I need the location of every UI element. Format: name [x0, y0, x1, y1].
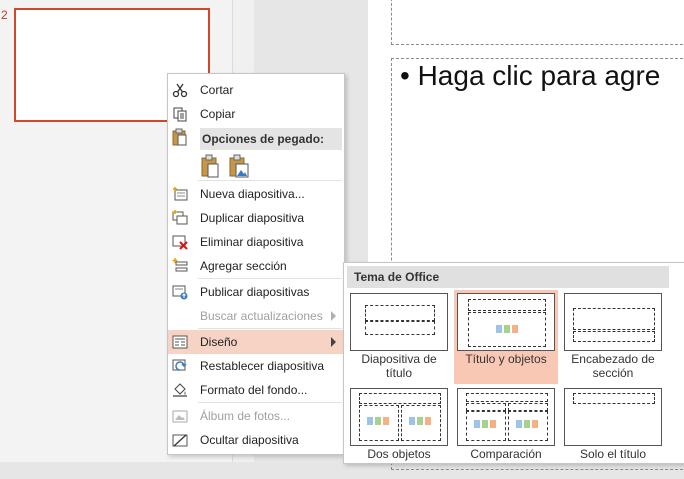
layout-icon [172, 335, 188, 349]
layout-caption: Comparación [470, 447, 542, 461]
layout-caption: Encabezado de sección [571, 352, 655, 380]
menu-item-label: Eliminar diapositiva [200, 235, 304, 249]
paste-icon [172, 128, 187, 146]
photo-album-icon [172, 410, 188, 423]
layout-option-comparison[interactable]: Comparación [454, 385, 558, 479]
menu-item-label: Cortar [200, 83, 234, 97]
menu-item-new-slide[interactable]: Nueva diapositiva... [168, 182, 344, 206]
delete-slide-icon [172, 235, 188, 250]
layout-option-title-slide[interactable]: Diapositiva de título [347, 290, 451, 384]
layout-caption: Diapositiva de título [361, 352, 437, 380]
layout-caption: Solo el título [579, 447, 647, 461]
context-menu: Cortar Copiar Opciones de pegado: Nueva … [167, 73, 345, 455]
menu-item-label: Formato del fondo... [200, 383, 308, 397]
menu-item-cut[interactable]: Cortar [168, 78, 344, 102]
menu-item-label: Restablecer diapositiva [200, 359, 325, 373]
menu-item-check-updates[interactable]: Buscar actualizaciones [168, 304, 344, 328]
menu-item-label: Copiar [200, 107, 236, 121]
slide-number: 2 [1, 8, 8, 22]
layout-option-title-and-content[interactable]: Título y objetos [454, 290, 558, 384]
layout-preview [564, 388, 662, 446]
layout-option-two-content[interactable]: Dos objetos [347, 385, 451, 479]
layout-caption: Título y objetos [465, 352, 547, 366]
layout-submenu: Tema de Office Diapositiva de título Tít… [343, 262, 684, 464]
layout-preview [457, 293, 555, 351]
menu-item-copy[interactable]: Copiar [168, 102, 344, 126]
submenu-arrow-icon [331, 311, 336, 321]
layout-submenu-header: Tema de Office [347, 266, 669, 288]
content-insert-icon [496, 325, 518, 333]
copy-icon [173, 107, 187, 122]
content-placeholder-text: • Haga clic para agre [400, 60, 661, 91]
menu-item-layout[interactable]: Diseño [168, 330, 344, 354]
menu-item-label: Álbum de fotos... [200, 409, 291, 423]
menu-item-label: Nueva diapositiva... [200, 187, 305, 201]
publish-slides-icon [172, 285, 188, 300]
layout-preview [350, 293, 448, 351]
menu-item-reset-slide[interactable]: Restablecer diapositiva [168, 354, 344, 378]
content-insert-icon [409, 417, 431, 425]
scissors-icon [172, 83, 188, 98]
menu-item-label: Duplicar diapositiva [200, 211, 305, 225]
paste-keep-format-icon[interactable] [200, 154, 220, 178]
menu-item-publish-slides[interactable]: Publicar diapositivas [168, 280, 344, 304]
layout-preview [350, 388, 448, 446]
new-slide-icon [173, 187, 188, 201]
hide-slide-icon [172, 434, 188, 447]
title-placeholder[interactable] [391, 0, 684, 45]
paste-options-header: Opciones de pegado: [200, 128, 342, 150]
menu-item-hide-slide[interactable]: Ocultar diapositiva [168, 428, 344, 452]
paste-picture-icon[interactable] [228, 154, 250, 178]
layout-option-title-only[interactable]: Solo el título [561, 385, 665, 479]
add-section-icon [172, 258, 188, 272]
submenu-arrow-icon [331, 337, 336, 347]
reset-slide-icon [172, 359, 187, 371]
menu-item-label: Publicar diapositivas [200, 285, 310, 299]
content-insert-icon [516, 420, 538, 428]
content-insert-icon [367, 417, 389, 425]
content-insert-icon [474, 420, 496, 428]
menu-item-format-background[interactable]: Formato del fondo... [168, 378, 344, 402]
menu-item-label: Agregar sección [200, 259, 287, 273]
layout-preview [457, 388, 555, 446]
menu-item-label: Diseño [200, 335, 238, 349]
menu-item-label: Buscar actualizaciones [200, 309, 323, 323]
menu-item-label: Ocultar diapositiva [200, 433, 299, 447]
format-background-icon [173, 383, 187, 397]
menu-item-add-section[interactable]: Agregar sección [168, 254, 344, 278]
menu-item-duplicate-slide[interactable]: Duplicar diapositiva [168, 206, 344, 230]
menu-item-delete-slide[interactable]: Eliminar diapositiva [168, 230, 344, 254]
layout-option-section-header[interactable]: Encabezado de sección [561, 290, 665, 384]
duplicate-slide-icon [172, 210, 188, 225]
layout-caption: Dos objetos [367, 447, 431, 461]
layout-preview [564, 293, 662, 351]
menu-item-photo-album[interactable]: Álbum de fotos... [168, 404, 344, 428]
